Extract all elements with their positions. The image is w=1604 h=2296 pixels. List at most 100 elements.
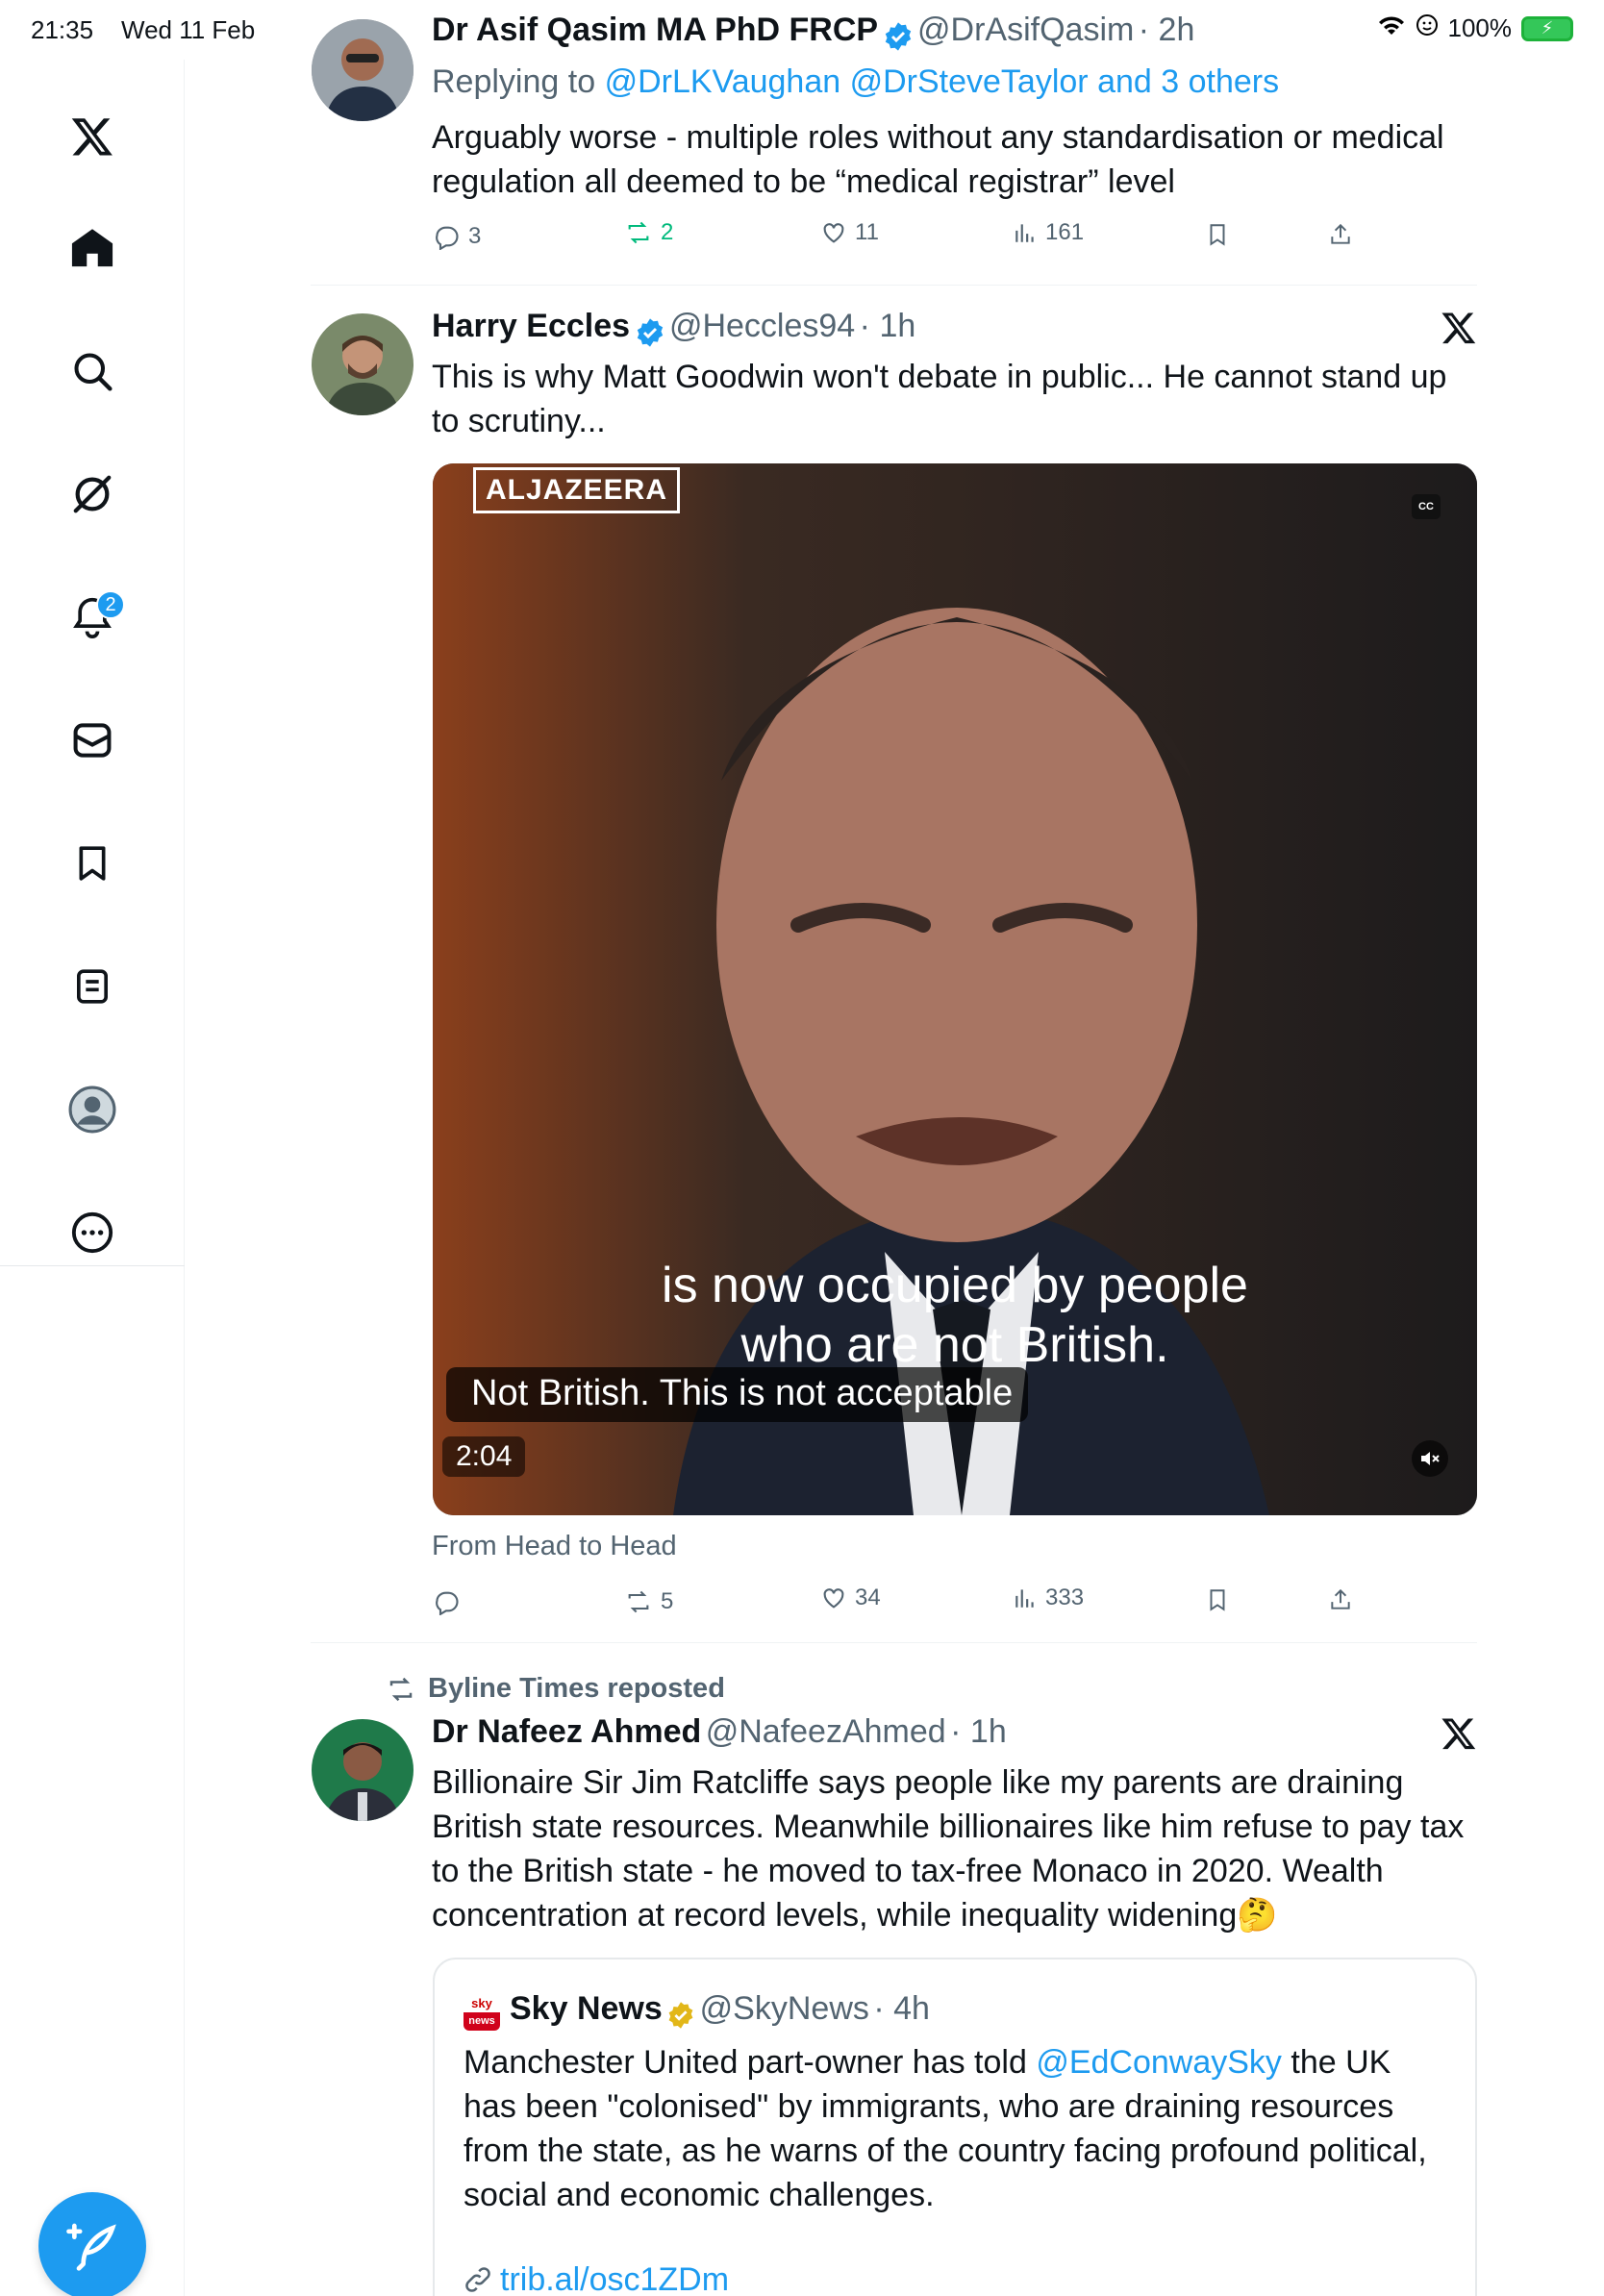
repost-icon bbox=[389, 1677, 413, 1701]
like-button[interactable]: 11 bbox=[820, 219, 879, 246]
avatar[interactable] bbox=[312, 313, 414, 415]
reply-button[interactable]: 3 bbox=[434, 223, 481, 250]
tweet-text-line: British state resources. Meanwhile billi… bbox=[432, 1809, 1465, 1845]
gold-verified-badge-icon bbox=[668, 2002, 693, 2029]
bookmark-button[interactable] bbox=[1205, 221, 1230, 248]
author-name[interactable]: Harry Eccles bbox=[432, 308, 630, 344]
video-source[interactable]: From Head to Head bbox=[432, 1531, 677, 1562]
quote-text-segment: Manchester United part-owner has told bbox=[464, 2044, 1037, 2081]
notifications-badge: 2 bbox=[96, 590, 125, 619]
verified-badge-icon bbox=[885, 22, 911, 51]
author-handle[interactable]: @NafeezAhmed bbox=[706, 1713, 946, 1750]
views-button[interactable]: 333 bbox=[1013, 1585, 1084, 1611]
tweet-text-segment: concentration at record levels, while in… bbox=[432, 1897, 1238, 1934]
grok-icon[interactable] bbox=[63, 465, 121, 523]
compose-post-button[interactable] bbox=[38, 2192, 146, 2296]
share-button[interactable] bbox=[1328, 221, 1353, 248]
bookmark-button[interactable] bbox=[1205, 1586, 1230, 1613]
search-icon[interactable] bbox=[63, 342, 121, 400]
battery-percent: 100% bbox=[1447, 13, 1513, 42]
heart-icon bbox=[823, 223, 844, 243]
avatar[interactable] bbox=[312, 19, 414, 121]
repost-icon bbox=[628, 221, 649, 244]
bookmarks-icon[interactable] bbox=[63, 835, 121, 892]
like-count: 34 bbox=[855, 1585, 881, 1610]
bookmark-icon bbox=[1210, 1589, 1225, 1611]
author-name[interactable]: Dr Nafeez Ahmed bbox=[432, 1713, 701, 1750]
lists-icon[interactable] bbox=[63, 958, 121, 1015]
quote-post-time: · 4h bbox=[873, 1990, 930, 2027]
quote-text-segment: the UK bbox=[1281, 2044, 1391, 2081]
tweet-divider bbox=[311, 1642, 1477, 1643]
compose-feather-icon bbox=[66, 2223, 116, 2271]
x-logo-icon[interactable] bbox=[63, 108, 121, 165]
replying-label: Replying to bbox=[432, 63, 596, 100]
sidebar: 2 bbox=[0, 60, 185, 2296]
wifi-icon bbox=[1377, 13, 1406, 43]
replying-to-link[interactable]: @DrLKVaughan @DrSteveTaylor and 3 others bbox=[605, 63, 1280, 100]
home-icon[interactable] bbox=[63, 219, 121, 277]
video-duration: 2:04 bbox=[442, 1436, 526, 1477]
burned-caption-line: is now occupied by people bbox=[662, 1258, 1248, 1313]
video-player[interactable]: ALJAZEERA CC is now occupied by people w… bbox=[433, 463, 1477, 1515]
subtitle-track: Not British. This is not acceptable bbox=[446, 1367, 1029, 1422]
post-time: · 1h bbox=[859, 308, 916, 344]
tweet-header: Harry Eccles @Heccles94 · 1h bbox=[432, 308, 915, 348]
post-time: · 2h bbox=[1138, 12, 1195, 48]
repost-context: Byline Times reposted bbox=[384, 1673, 725, 1705]
author-name[interactable]: Dr Asif Qasim MA PhD FRCP bbox=[432, 12, 878, 48]
quote-text-line: social and economic challenges. bbox=[464, 2177, 935, 2213]
status-date: Wed 11 Feb bbox=[121, 15, 256, 44]
tweet-text-line: This is why Matt Goodwin won't debate in… bbox=[432, 359, 1447, 395]
quote-author-handle: @SkyNews bbox=[699, 1990, 869, 2027]
repost-button[interactable]: 5 bbox=[624, 1588, 673, 1615]
author-handle[interactable]: @Heccles94 bbox=[669, 308, 855, 344]
tweet-divider bbox=[311, 285, 1477, 286]
share-button[interactable] bbox=[1328, 1586, 1353, 1613]
quote-text-line: from the state, as he warns of the count… bbox=[464, 2133, 1427, 2169]
like-button[interactable]: 34 bbox=[820, 1585, 881, 1611]
link-icon bbox=[465, 2267, 490, 2292]
x-logo-icon bbox=[1441, 310, 1477, 351]
like-count: 11 bbox=[855, 219, 879, 245]
tweet-text-line: concentration at record levels, while in… bbox=[432, 1893, 1278, 1937]
notifications-icon[interactable]: 2 bbox=[63, 588, 125, 646]
quote-header: Sky News @SkyNews · 4h bbox=[510, 1990, 930, 2030]
tweet-header: Dr Asif Qasim MA PhD FRCP @DrAsifQasim ·… bbox=[432, 12, 1194, 52]
quoted-post[interactable]: sky news Sky News @SkyNews · 4h Manchest… bbox=[433, 1958, 1477, 2296]
tweet-text-line: Arguably worse - multiple roles without … bbox=[432, 119, 1444, 156]
views-button[interactable]: 161 bbox=[1013, 219, 1084, 246]
tweet-text-line: to the British state - he moved to tax-f… bbox=[432, 1853, 1384, 1889]
mute-button[interactable] bbox=[1412, 1440, 1448, 1477]
repost-button[interactable]: 2 bbox=[624, 219, 673, 246]
repost-count: 5 bbox=[661, 1588, 674, 1614]
views-icon bbox=[1015, 224, 1034, 242]
burned-caption-line: who are not British. bbox=[740, 1317, 1169, 1373]
quote-author-name: Sky News bbox=[510, 1990, 663, 2027]
status-time: 21:35 bbox=[31, 15, 94, 44]
battery-charging-icon: ⚡ bbox=[1521, 15, 1573, 41]
channel-logo: ALJAZEERA bbox=[473, 467, 681, 513]
quote-text-line: has been "colonised" by immigrants, who … bbox=[464, 2088, 1394, 2125]
reply-button[interactable] bbox=[434, 1588, 461, 1615]
views-icon bbox=[1015, 1589, 1034, 1608]
more-icon[interactable] bbox=[63, 1204, 121, 1261]
tweet-text-line: regulation all deemed to be “medical reg… bbox=[432, 163, 1175, 200]
repost-icon bbox=[628, 1590, 649, 1613]
messages-icon[interactable] bbox=[63, 711, 121, 769]
profile-avatar-icon[interactable] bbox=[63, 1081, 121, 1138]
author-handle[interactable]: @DrAsifQasim bbox=[917, 12, 1134, 48]
quote-link-row: trib.al/osc1ZDm bbox=[464, 2258, 729, 2296]
bookmark-icon bbox=[1210, 224, 1225, 246]
mention-link[interactable]: @EdConwaySky bbox=[1036, 2044, 1282, 2081]
share-icon bbox=[1331, 1588, 1350, 1610]
reposted-by[interactable]: Byline Times reposted bbox=[428, 1673, 725, 1705]
view-count: 333 bbox=[1045, 1585, 1085, 1610]
shortened-link[interactable]: trib.al/osc1ZDm bbox=[500, 2258, 729, 2296]
heart-icon bbox=[823, 1588, 844, 1609]
post-time: · 1h bbox=[950, 1713, 1007, 1750]
sidebar-divider bbox=[0, 1265, 185, 1266]
avatar[interactable] bbox=[312, 1719, 414, 1821]
closed-captions-button[interactable]: CC bbox=[1412, 494, 1441, 519]
share-icon bbox=[1331, 223, 1350, 244]
